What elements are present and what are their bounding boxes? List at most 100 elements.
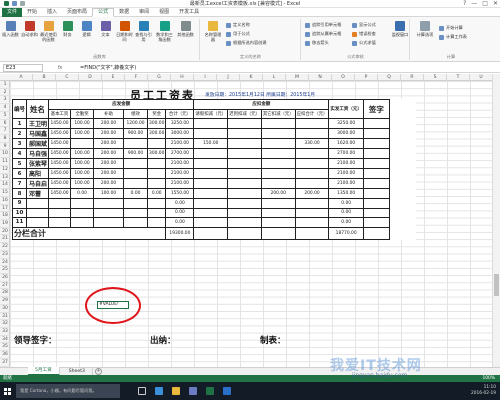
salary-cell[interactable]: [227, 128, 262, 139]
salary-cell[interactable]: 330.00: [294, 138, 330, 149]
salary-cell[interactable]: [123, 168, 149, 179]
salary-cell[interactable]: [70, 217, 95, 228]
column-header[interactable]: H: [171, 74, 194, 81]
row-header[interactable]: 16: [0, 197, 10, 205]
signature-cell[interactable]: [362, 148, 390, 159]
employee-no[interactable]: 3: [11, 138, 28, 149]
salary-cell[interactable]: 200.00: [93, 118, 125, 129]
total-sum[interactable]: 19300.00: [165, 226, 195, 240]
recent-functions-button[interactable]: 最近使用的函数: [40, 21, 57, 42]
salary-cell[interactable]: [227, 148, 262, 159]
watch-window-button[interactable]: 监视窗口: [390, 21, 410, 37]
salary-cell[interactable]: [260, 207, 296, 218]
signature-cell[interactable]: [362, 178, 390, 189]
salary-cell[interactable]: [123, 207, 149, 218]
formula-input[interactable]: =FIND("文字",錄養文字): [77, 64, 136, 71]
salary-cell[interactable]: [123, 198, 149, 209]
undo-icon[interactable]: [12, 1, 17, 6]
salary-cell[interactable]: [147, 138, 167, 149]
salary-cell[interactable]: 2100.00: [165, 168, 195, 179]
row-header[interactable]: 15: [0, 189, 10, 197]
employee-name[interactable]: 张紫琴: [26, 158, 50, 169]
salary-cell[interactable]: [123, 178, 149, 189]
salary-cell[interactable]: 2100.00: [328, 158, 364, 169]
salary-cell[interactable]: [147, 168, 167, 179]
zoom-level[interactable]: 100%: [482, 375, 495, 382]
row-header[interactable]: 10: [0, 150, 10, 159]
column-header[interactable]: L: [263, 74, 286, 81]
salary-cell[interactable]: 2700.00: [328, 148, 364, 159]
evaluate-formula-button[interactable]: 公式求值: [352, 40, 376, 46]
employee-name[interactable]: 马自强: [26, 148, 50, 159]
column-header[interactable]: B: [33, 74, 56, 81]
salary-cell[interactable]: [193, 118, 229, 129]
tab-formulas[interactable]: 公式: [92, 8, 115, 17]
salary-cell[interactable]: 1350.00: [328, 188, 364, 199]
salary-cell[interactable]: [260, 217, 296, 228]
salary-cell[interactable]: [147, 198, 167, 209]
file-explorer-icon[interactable]: [172, 387, 180, 395]
tab-developer[interactable]: 开发工具: [174, 8, 204, 17]
calculate-sheet-button[interactable]: 计算工作表: [439, 34, 467, 40]
date-time-button[interactable]: 日期和时间: [116, 21, 133, 42]
row-header[interactable]: 23: [0, 251, 10, 259]
salary-cell[interactable]: 200.00: [93, 158, 125, 169]
salary-cell[interactable]: [193, 178, 229, 189]
salary-cell[interactable]: 150.00: [193, 138, 229, 149]
salary-cell[interactable]: 0.00: [328, 217, 364, 228]
salary-cell[interactable]: 1200.00: [123, 118, 149, 129]
salary-cell[interactable]: [227, 138, 262, 149]
signature-cell[interactable]: [362, 168, 390, 179]
employee-no[interactable]: 11: [11, 217, 28, 228]
trace-dependents-button[interactable]: 追踪从属单元格: [305, 31, 341, 37]
salary-cell[interactable]: 0.00: [165, 198, 195, 209]
salary-cell[interactable]: [294, 118, 330, 129]
financial-button[interactable]: 财务: [59, 21, 76, 37]
tab-review[interactable]: 审阅: [134, 8, 154, 17]
salary-cell[interactable]: 3250.00: [328, 118, 364, 129]
create-from-selection-button[interactable]: 根据所选内容创建: [226, 40, 267, 46]
salary-cell[interactable]: 1450.00: [48, 158, 72, 169]
salary-cell[interactable]: [260, 118, 296, 129]
salary-cell[interactable]: 1550.00: [165, 188, 195, 199]
row-header[interactable]: 22: [0, 243, 10, 251]
salary-cell[interactable]: 0.00: [147, 188, 167, 199]
signature-cell[interactable]: [362, 158, 390, 169]
employee-no[interactable]: 1: [11, 118, 28, 129]
salary-cell[interactable]: [70, 207, 95, 218]
row-header[interactable]: 26: [0, 274, 10, 282]
salary-cell[interactable]: [260, 198, 296, 209]
salary-cell[interactable]: 200.00: [93, 148, 125, 159]
employee-no[interactable]: 7: [11, 178, 28, 189]
row-header[interactable]: 21: [0, 235, 10, 244]
employee-name[interactable]: 邓蕾: [26, 188, 50, 199]
row-header[interactable]: 27: [0, 282, 10, 290]
employee-name[interactable]: [26, 198, 50, 209]
employee-name[interactable]: 马自启: [26, 178, 50, 189]
salary-cell[interactable]: 200.00: [93, 138, 125, 149]
salary-cell[interactable]: 1450.00: [48, 178, 72, 189]
column-header[interactable]: M: [286, 74, 309, 81]
salary-cell[interactable]: [193, 198, 229, 209]
salary-cell[interactable]: [227, 217, 262, 228]
edge-icon[interactable]: [155, 387, 163, 395]
salary-cell[interactable]: 2100.00: [328, 168, 364, 179]
add-sheet-button[interactable]: +: [94, 368, 102, 375]
row-header[interactable]: 18: [0, 212, 10, 220]
row-header[interactable]: 30: [0, 305, 10, 313]
close-button[interactable]: ✕: [493, 0, 498, 8]
column-header[interactable]: F: [125, 74, 148, 81]
row-header[interactable]: 2: [0, 89, 10, 97]
total-actual[interactable]: 18770.00: [328, 226, 364, 240]
ie-icon[interactable]: [223, 387, 231, 395]
salary-cell[interactable]: 0.00: [328, 207, 364, 218]
trace-precedents-button[interactable]: 追踪引用单元格: [305, 22, 341, 28]
salary-cell[interactable]: [48, 207, 72, 218]
salary-cell[interactable]: 300.00: [147, 128, 167, 139]
row-header[interactable]: 37: [0, 359, 10, 367]
help-button[interactable]: ?: [463, 0, 466, 8]
math-trig-button[interactable]: 数学和三角函数: [156, 21, 173, 42]
tab-home[interactable]: 开始: [22, 8, 42, 17]
employee-name[interactable]: 郝国斌: [26, 138, 50, 149]
employee-name[interactable]: 高阳: [26, 168, 50, 179]
